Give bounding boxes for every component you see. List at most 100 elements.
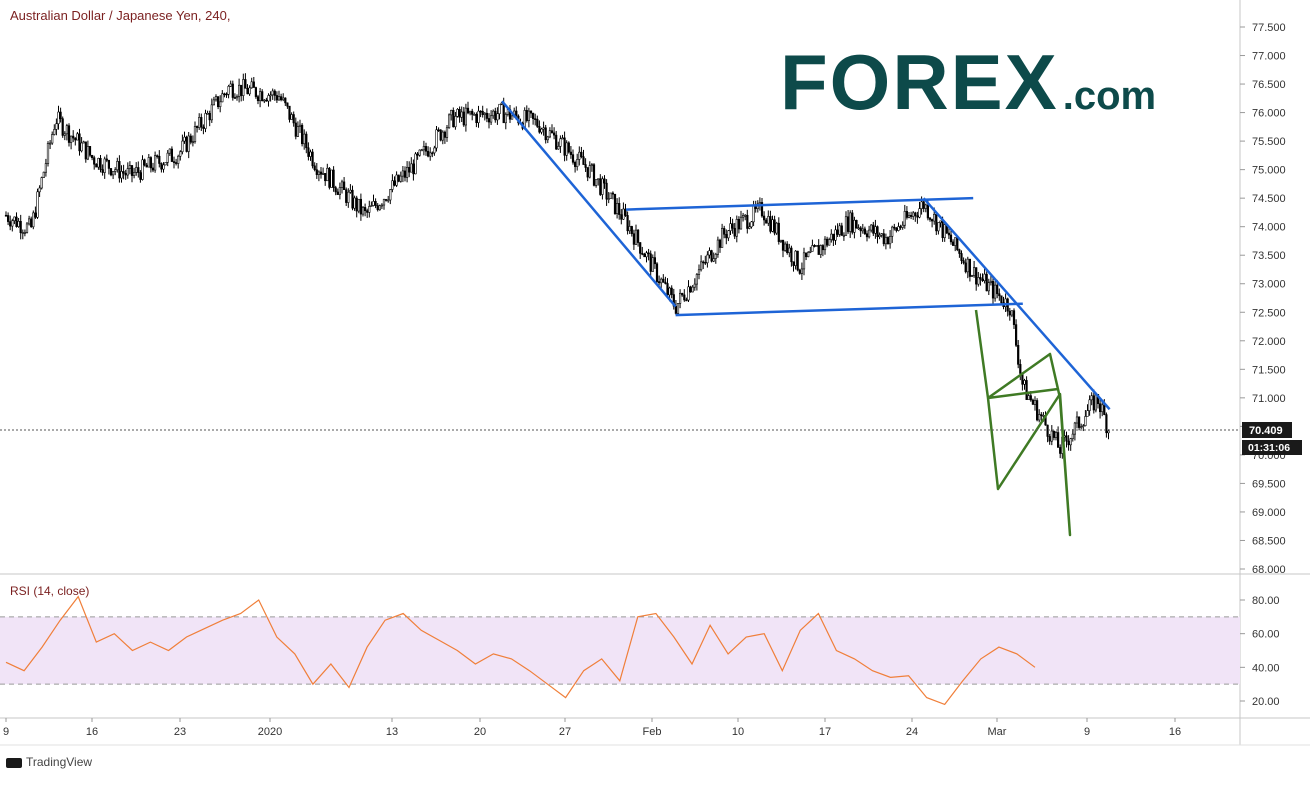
candle-body: [1059, 447, 1062, 454]
candle-body: [571, 154, 575, 163]
candle-body: [993, 284, 997, 299]
candle-body: [781, 239, 785, 251]
candle-body: [34, 212, 37, 218]
candle-body: [156, 155, 159, 157]
candle-body: [878, 234, 881, 238]
candle-body: [727, 230, 730, 239]
candle-body: [431, 152, 434, 155]
candle-body: [437, 129, 440, 132]
candle-body: [546, 136, 549, 141]
candle-body: [206, 112, 209, 115]
candle-body: [147, 157, 150, 168]
candle-body: [481, 110, 484, 115]
candle-body: [355, 197, 358, 212]
candle-body: [853, 219, 856, 233]
candle-body: [769, 216, 772, 232]
candle-body: [389, 189, 392, 201]
candle-body: [309, 151, 312, 157]
candle-body: [53, 129, 56, 135]
candle-body: [928, 217, 932, 220]
time-axis[interactable]: 9 16 23 2020 13 20 27 Feb 10 17 24 Mar 9 16: [3, 718, 1181, 738]
candle-body: [580, 151, 583, 157]
candle-body: [529, 110, 533, 114]
chart-stage[interactable]: 68.00068.50069.00069.50070.00070.50071.0…: [0, 0, 1310, 781]
candle-body: [38, 187, 41, 193]
candle-body: [706, 254, 709, 264]
price-tick-label: 73.000: [1252, 279, 1286, 291]
candle-body: [1088, 399, 1091, 411]
candle-body: [265, 99, 268, 102]
price-tick-label: 74.000: [1252, 222, 1286, 234]
candle-body: [229, 83, 232, 87]
candle-body: [475, 114, 478, 124]
candle-body: [676, 303, 680, 314]
candle-body: [796, 250, 799, 271]
candle-body: [435, 129, 438, 149]
candle-body: [563, 137, 566, 156]
candle-body: [380, 204, 384, 207]
candle-body: [17, 221, 20, 227]
candle-body: [143, 159, 146, 166]
rsi-axis[interactable]: 20.00 40.00 60.00 80.00: [1240, 595, 1280, 708]
candle-body: [720, 228, 724, 248]
candle-body: [865, 233, 869, 238]
candle-body: [277, 96, 281, 101]
candle-body: [930, 219, 934, 222]
candle-body: [221, 93, 224, 103]
candle-body: [765, 219, 768, 224]
candle-body: [649, 253, 652, 272]
candle-body: [815, 245, 818, 247]
candle-body: [483, 112, 486, 115]
candle-body: [443, 131, 447, 138]
candle-body: [970, 275, 974, 277]
time-tick-label: 20: [474, 726, 486, 738]
candle-body: [601, 178, 604, 195]
candle-body: [336, 191, 339, 195]
candle-body: [538, 126, 541, 133]
candle-body: [597, 178, 600, 180]
candle-body: [599, 178, 602, 195]
candle-body: [185, 136, 188, 152]
candle-body: [410, 163, 413, 173]
candle-body: [985, 273, 988, 292]
candle-body: [773, 219, 776, 234]
candle-body: [920, 201, 923, 209]
forex-logo: FOREX .com: [780, 42, 1156, 122]
candle-body: [746, 214, 749, 229]
candle-body: [158, 155, 161, 164]
rsi-tick-label: 60.00: [1252, 629, 1280, 641]
candle-body: [181, 140, 184, 153]
price-axis[interactable]: 68.00068.50069.00069.50070.00070.50071.0…: [1240, 22, 1286, 576]
time-tick-label: Feb: [643, 726, 662, 738]
candle-body: [78, 133, 81, 152]
candle-body: [447, 114, 451, 129]
candle-body: [880, 233, 883, 236]
candle-body: [666, 283, 669, 296]
candle-body: [884, 237, 887, 245]
candle-body: [183, 136, 186, 142]
candle-body: [376, 205, 379, 211]
candle-body: [634, 229, 638, 245]
candle-body: [141, 159, 144, 180]
candle-body: [441, 131, 444, 141]
candle-body: [611, 192, 614, 195]
candle-body: [217, 96, 220, 108]
candle-body: [603, 178, 606, 184]
tradingview-brand[interactable]: TradingView: [6, 755, 92, 769]
candle-body: [622, 208, 625, 220]
candle-body: [1038, 414, 1041, 421]
candle-body: [708, 250, 711, 256]
candle-body: [975, 267, 978, 285]
candle-body: [550, 130, 554, 134]
candle-body: [557, 146, 560, 150]
candle-body: [655, 263, 659, 282]
candle-body: [842, 234, 845, 237]
candle-body: [918, 208, 921, 218]
candle-body: [828, 239, 831, 246]
candle-body: [576, 159, 579, 167]
candle-body: [384, 199, 388, 201]
candle-body: [256, 96, 260, 102]
candle-body: [288, 105, 291, 120]
candle-body: [319, 171, 323, 175]
candle-body: [118, 161, 121, 179]
